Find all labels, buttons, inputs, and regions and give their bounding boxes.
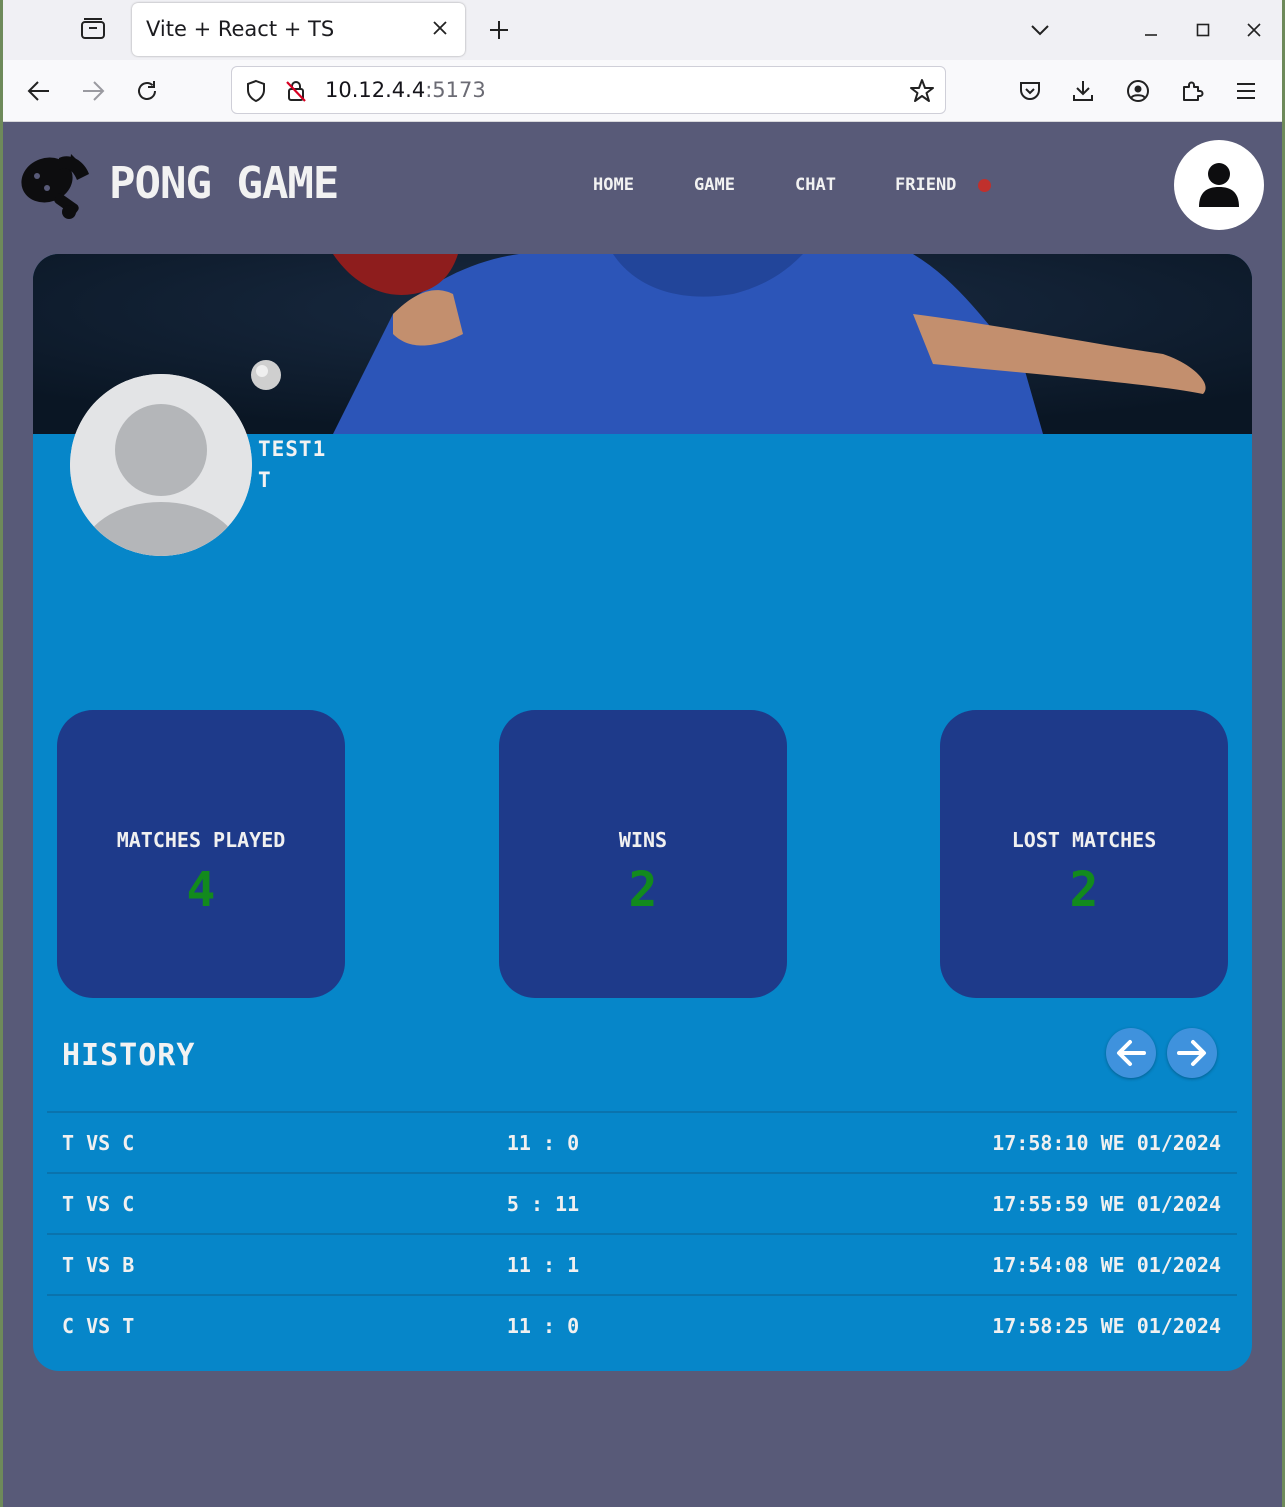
download-icon[interactable] (1066, 74, 1100, 108)
arrow-left-icon (1117, 1040, 1146, 1066)
stat-lost-matches: LOST MATCHES 2 (940, 710, 1228, 998)
history-score: 11 : 1 (506, 1253, 580, 1277)
default-avatar-icon (70, 374, 252, 556)
history-score: 11 : 0 (506, 1131, 580, 1155)
nav-friend[interactable]: FRIEND (895, 175, 956, 195)
profile-card: TEST1 T MATCHES PLAYED 4 WINS 2 LOST MAT… (33, 254, 1252, 1371)
ping-pong-logo-icon[interactable] (19, 148, 99, 222)
history-players: T VS B (62, 1253, 135, 1277)
arrow-right-icon (1177, 1040, 1206, 1066)
history-date: 17:58:10 WE 01/2024 (992, 1131, 1221, 1155)
close-window-icon[interactable] (1238, 14, 1270, 46)
user-profile-button[interactable] (1174, 140, 1264, 230)
history-date: 17:58:25 WE 01/2024 (992, 1314, 1221, 1338)
history-score: 11 : 0 (506, 1314, 580, 1338)
tab-list-icon[interactable] (75, 14, 111, 44)
history-row: T VS B 11 : 1 17:54:08 WE 01/2024 (47, 1233, 1237, 1294)
history-row: C VS T 11 : 0 17:58:25 WE 01/2024 (47, 1294, 1237, 1355)
tab-bar: Vite + React + TS (3, 0, 1282, 60)
history-title: HISTORY (62, 1038, 196, 1073)
browser-tab[interactable]: Vite + React + TS (132, 3, 465, 56)
history-row: T VS C 5 : 11 17:55:59 WE 01/2024 (47, 1172, 1237, 1233)
stat-value: 4 (186, 862, 216, 918)
history-score: 5 : 11 (506, 1192, 580, 1216)
history-players: T VS C (62, 1131, 135, 1155)
brand-title[interactable]: PONG GAME (109, 158, 339, 209)
history-row: T VS C 11 : 0 17:58:10 WE 01/2024 (47, 1111, 1237, 1172)
stat-wins: WINS 2 (499, 710, 787, 998)
history-players: C VS T (62, 1314, 135, 1338)
history-date: 17:55:59 WE 01/2024 (992, 1192, 1221, 1216)
menu-hamburger-icon[interactable] (1229, 74, 1263, 108)
profile-username: TEST1 (258, 437, 327, 461)
new-tab-icon[interactable] (483, 14, 515, 46)
tab-title: Vite + React + TS (146, 17, 335, 41)
chevron-down-icon[interactable] (1024, 14, 1056, 46)
browser-window: Vite + React + TS 10.12.4.4:5173 PONG GA… (3, 0, 1282, 1507)
app-root: PONG GAME HOME GAME CHAT FRIEND TEST1 T … (3, 122, 1282, 1507)
stat-matches-played: MATCHES PLAYED 4 (57, 710, 345, 998)
user-icon (1199, 163, 1239, 207)
maximize-icon[interactable] (1187, 14, 1219, 46)
friend-notification-dot (978, 179, 991, 192)
avatar[interactable] (70, 374, 252, 556)
history-date: 17:54:08 WE 01/2024 (992, 1253, 1221, 1277)
shield-icon[interactable] (242, 77, 270, 105)
stat-label: MATCHES PLAYED (116, 828, 286, 852)
account-icon[interactable] (1121, 74, 1155, 108)
stat-value: 2 (628, 862, 658, 918)
browser-toolbar: 10.12.4.4:5173 (3, 60, 1282, 122)
minimize-icon[interactable] (1135, 14, 1167, 46)
bookmark-star-icon[interactable] (908, 77, 936, 105)
insecure-lock-icon[interactable] (282, 77, 310, 105)
back-arrow-icon[interactable] (22, 74, 56, 108)
pocket-icon[interactable] (1013, 74, 1047, 108)
close-tab-icon[interactable] (429, 16, 451, 40)
url-text: 10.12.4.4:5173 (325, 78, 486, 102)
nav-chat[interactable]: CHAT (795, 175, 836, 195)
forward-arrow-icon[interactable] (76, 74, 110, 108)
stat-label: LOST MATCHES (1011, 828, 1157, 852)
address-bar[interactable]: 10.12.4.4:5173 (231, 66, 946, 114)
stat-label: WINS (618, 828, 668, 852)
reload-icon[interactable] (130, 74, 164, 108)
profile-nickname: T (258, 468, 271, 492)
history-next-button[interactable] (1167, 1028, 1217, 1078)
history-players: T VS C (62, 1192, 135, 1216)
extensions-icon[interactable] (1175, 74, 1209, 108)
nav-home[interactable]: HOME (593, 175, 634, 195)
history-prev-button[interactable] (1106, 1028, 1156, 1078)
nav-game[interactable]: GAME (694, 175, 735, 195)
stat-value: 2 (1069, 862, 1099, 918)
